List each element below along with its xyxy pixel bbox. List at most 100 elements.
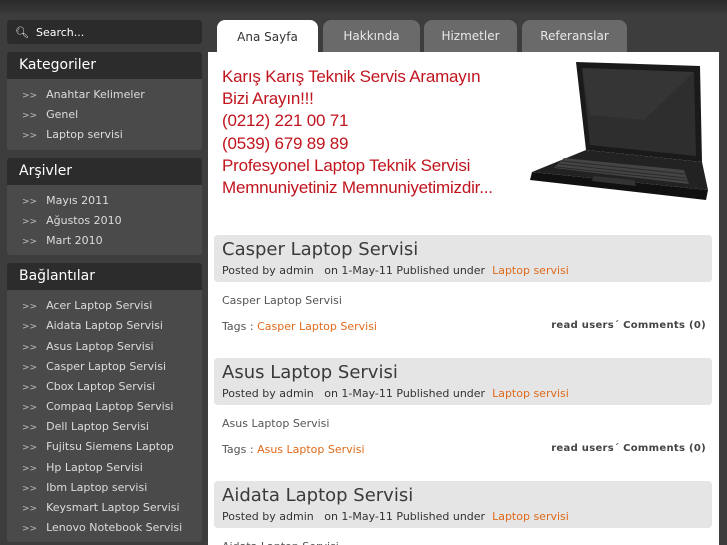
search-input[interactable]: [35, 25, 186, 39]
arrow-icon: >>: [22, 504, 38, 514]
blogroll-link[interactable]: Fujitsu Siemens Laptop: [46, 440, 174, 453]
arrow-icon: >>: [22, 423, 38, 434]
blogroll-link[interactable]: Aidata Laptop Servisi: [46, 319, 163, 332]
list-item[interactable]: >> Laptop servisi: [7, 125, 202, 145]
banner-phone: (0212) 221 00 71: [222, 111, 349, 131]
tags-label: Tags :: [222, 320, 254, 333]
blogroll-link[interactable]: Casper Laptop Servisi: [46, 360, 166, 373]
blogroll-link[interactable]: Dell Laptop Servisi: [46, 420, 149, 433]
post-excerpt: Aidata Laptop Servisi: [214, 528, 712, 545]
post-title[interactable]: Aidata Laptop Servisi: [222, 485, 704, 507]
list-item[interactable]: >> Dell Laptop Servisi: [7, 417, 202, 437]
arrow-icon: >>: [22, 382, 38, 393]
search-icon[interactable]: 🔍︎: [15, 26, 29, 39]
post-tag-link[interactable]: Asus Laptop Servisi: [257, 443, 364, 456]
list-item[interactable]: >> Hp Laptop Servisi: [7, 458, 202, 478]
blogroll-link[interactable]: Lenovo Notebook Servisi: [46, 521, 182, 534]
blogroll-link[interactable]: Ibm Laptop servisi: [46, 481, 147, 494]
category-link[interactable]: Laptop servisi: [46, 128, 123, 141]
arrow-icon: >>: [22, 403, 38, 414]
list-item[interactable]: >> Ağustos 2010: [7, 211, 202, 231]
tab-referanslar[interactable]: Referanslar: [522, 20, 627, 52]
banner-line: Profesyonel Laptop Teknik Servisi: [222, 155, 471, 175]
comments-link[interactable]: read users´ Comments (0): [551, 320, 706, 333]
main-content: Karış Karış Teknik Servis Aramayın Bizi …: [208, 52, 719, 545]
post-category-link[interactable]: Laptop servisi: [492, 264, 569, 277]
blogroll-link[interactable]: Keysmart Laptop Servisi: [46, 501, 179, 514]
laptop-image: [530, 62, 708, 200]
arrow-icon: >>: [22, 443, 38, 454]
top-bar: [0, 0, 727, 14]
post: Asus Laptop Servisi Posted by admin on 1…: [214, 358, 712, 456]
category-link[interactable]: Anahtar Kelimeler: [46, 88, 145, 101]
archive-link[interactable]: Mart 2010: [46, 234, 103, 247]
post-meta: Posted by admin on 1-May-11 Published un…: [222, 387, 704, 400]
list-item[interactable]: >> Genel: [7, 105, 202, 125]
blogroll-link[interactable]: Asus Laptop Servisi: [46, 340, 153, 353]
post-author: Posted by admin: [222, 264, 314, 277]
tab-hizmetler[interactable]: Hizmetler: [424, 20, 517, 52]
list-item[interactable]: >> Aidata Laptop Servisi: [7, 316, 202, 336]
list-item[interactable]: >> Casper Laptop Servisi: [7, 357, 202, 377]
post-excerpt: Casper Laptop Servisi: [222, 294, 342, 307]
arrow-icon: >>: [22, 111, 38, 122]
category-link[interactable]: Genel: [46, 108, 78, 121]
post: Casper Laptop Servisi Posted by admin on…: [214, 235, 712, 333]
list-item[interactable]: >> Acer Laptop Servisi: [7, 296, 202, 316]
banner-line: Memnuniyetiniz Memnuniyetimizdir...: [222, 178, 493, 198]
list-item[interactable]: >> Cbox Laptop Servisi: [7, 377, 202, 397]
archive-link[interactable]: Mayıs 2011: [46, 194, 109, 207]
arrow-icon: >>: [22, 483, 38, 494]
archives-widget: Arşivler >> Mayıs 2011 >> Ağustos 2010 >> M…: [7, 157, 202, 256]
list-item[interactable]: >> Compaq Laptop Servisi: [7, 397, 202, 417]
blogroll-link[interactable]: Cbox Laptop Servisi: [46, 380, 155, 393]
banner-phone: (0539) 679 89 89: [222, 133, 349, 153]
arrow-icon: >>: [22, 342, 38, 353]
post-meta: Posted by admin on 1-May-11 Published un…: [222, 264, 704, 277]
post-date: on 1-May-11 Published under: [324, 264, 486, 277]
post-date: on 1-May-11 Published under: [324, 510, 486, 523]
post-meta: Posted by admin on 1-May-11 Published un…: [222, 510, 704, 523]
arrow-icon: >>: [22, 302, 38, 313]
arrow-icon: >>: [22, 131, 38, 142]
blogroll-link[interactable]: Compaq Laptop Servisi: [46, 400, 173, 413]
banner-text: Karış Karış Teknik Servis Aramayın Bizi …: [222, 66, 546, 199]
list-item[interactable]: >> Fujitsu Siemens Laptop: [7, 437, 202, 457]
post-title[interactable]: Asus Laptop Servisi: [222, 362, 704, 384]
list-item[interactable]: >> Asus Laptop Servisi: [7, 337, 202, 357]
post-header: Aidata Laptop Servisi Posted by admin on…: [214, 481, 712, 528]
blogroll-link[interactable]: Hp Laptop Servisi: [46, 461, 143, 474]
arrow-icon: >>: [22, 463, 38, 474]
post-author: Posted by admin: [222, 387, 314, 400]
list-item[interactable]: >> Lenovo Notebook Servisi: [7, 518, 202, 538]
arrow-icon: >>: [22, 236, 38, 247]
post-header: Asus Laptop Servisi Posted by admin on 1…: [214, 358, 712, 405]
banner-line: Karış Karış Teknik Servis Aramayın: [222, 67, 481, 86]
arrow-icon: >>: [22, 524, 38, 535]
search-box: 🔍︎: [7, 20, 202, 44]
blogroll-link[interactable]: Acer Laptop Servisi: [46, 299, 152, 312]
links-widget: Bağlantılar >> Acer Laptop Servisi >> Aida…: [7, 263, 202, 543]
post-category-link[interactable]: Laptop servisi: [492, 510, 569, 523]
arrow-icon: >>: [22, 196, 38, 207]
arrow-icon: >>: [22, 322, 38, 333]
list-item[interactable]: >> Anahtar Kelimeler: [7, 85, 202, 105]
categories-widget: Kategoriler >> Anahtar Kelimeler >> Genel …: [7, 52, 202, 150]
tab-hakkinda[interactable]: Hakkında: [323, 20, 420, 52]
list-item[interactable]: >> Keysmart Laptop Servisi: [7, 498, 202, 518]
arrow-icon: >>: [22, 362, 38, 373]
tab-ana-sayfa[interactable]: Ana Sayfa: [217, 20, 318, 53]
post-title[interactable]: Casper Laptop Servisi: [222, 239, 704, 261]
post-category-link[interactable]: Laptop servisi: [492, 387, 569, 400]
post-author: Posted by admin: [222, 510, 314, 523]
list-item[interactable]: >> Mart 2010: [7, 231, 202, 251]
post-header: Casper Laptop Servisi Posted by admin on…: [214, 235, 712, 282]
post-date: on 1-May-11 Published under: [324, 387, 486, 400]
arrow-icon: >>: [22, 216, 38, 227]
archive-link[interactable]: Ağustos 2010: [46, 214, 121, 227]
comments-link[interactable]: read users´ Comments (0): [551, 443, 706, 456]
list-item[interactable]: >> Ibm Laptop servisi: [7, 478, 202, 498]
post-tag-link[interactable]: Casper Laptop Servisi: [257, 320, 377, 333]
list-item[interactable]: >> Mayıs 2011: [7, 191, 202, 211]
post-footer: Tags : Casper Laptop Servisi read users´…: [214, 320, 712, 333]
